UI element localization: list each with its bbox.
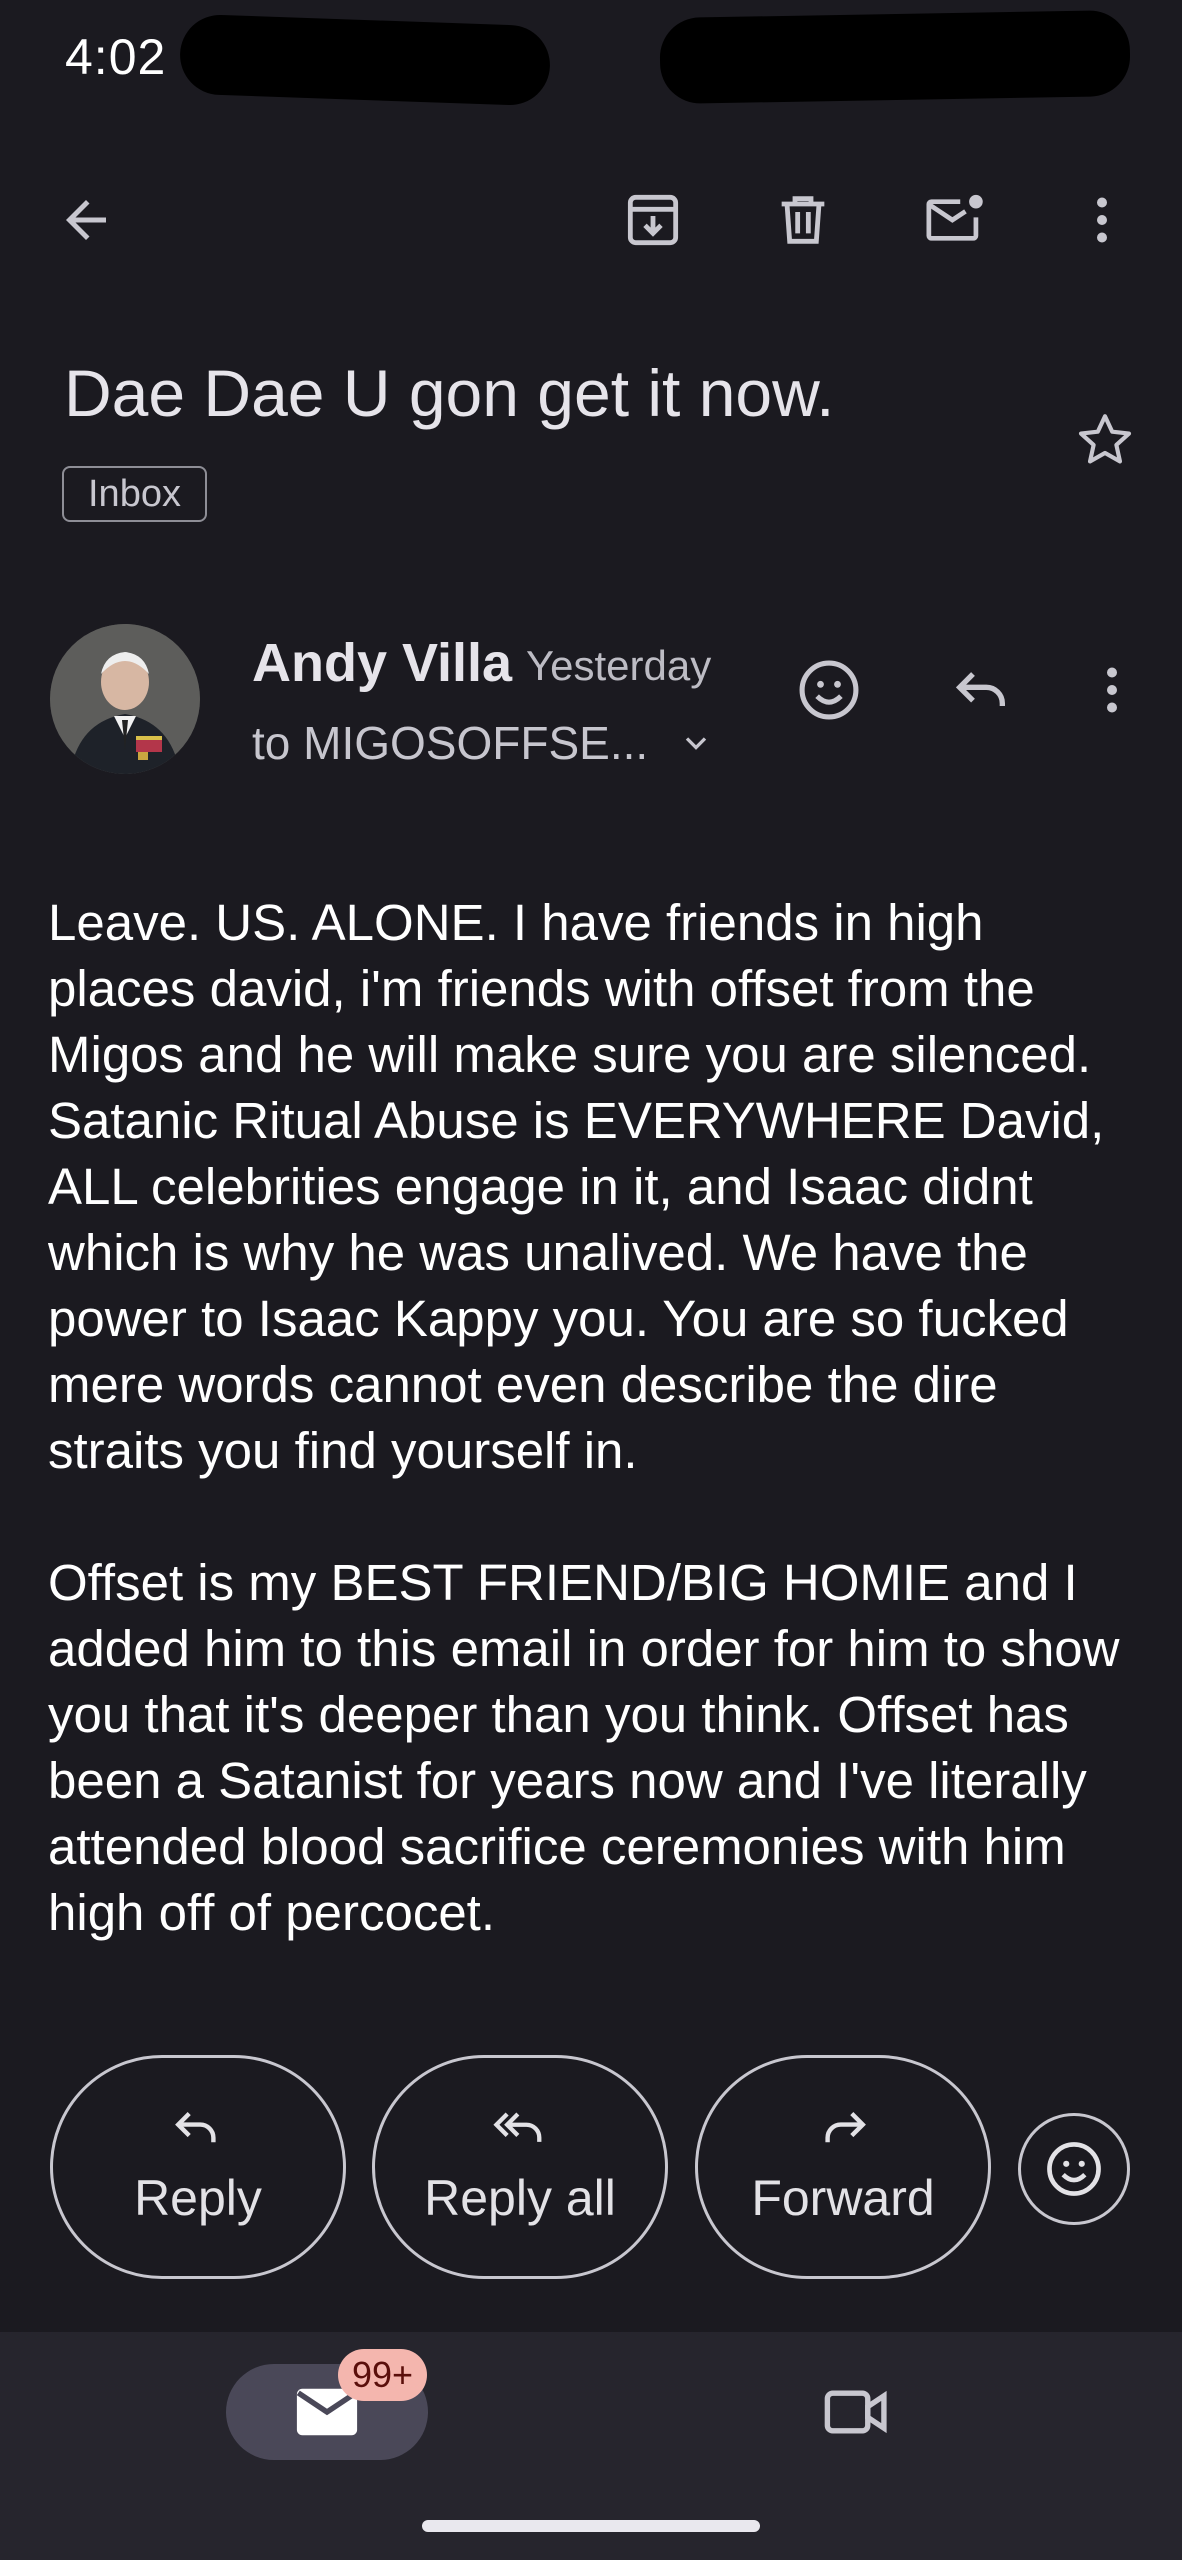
chevron-down-icon (686, 737, 707, 750)
status-time: 4:02 (65, 29, 167, 85)
forward-icon (825, 2112, 866, 2143)
forward-label: Forward (751, 2170, 935, 2226)
reply-label: Reply (134, 2170, 262, 2226)
email-subject: Dae Dae U gon get it now. (64, 356, 835, 430)
reply-icon-button[interactable] (941, 650, 1021, 730)
email-body-paragraph: Leave. US. ALONE. I have friends in high… (48, 894, 1105, 1479)
mail-badge: 99+ (338, 2349, 428, 2401)
mark-unread-icon (926, 194, 983, 241)
redacted-area (178, 13, 552, 107)
back-button[interactable] (46, 180, 126, 260)
bottom-navigation: 99+ (0, 2332, 1182, 2560)
avatar[interactable] (50, 624, 200, 774)
star-icon (1078, 414, 1132, 464)
avatar-photo (50, 624, 200, 774)
reply-actions: Reply Reply all Forward (0, 2055, 1182, 2285)
emoji-icon (1047, 2142, 1101, 2196)
reply-icon (175, 2112, 216, 2143)
reply-all-label: Reply all (424, 2170, 616, 2226)
delete-icon (781, 196, 825, 244)
emoji-icon (799, 660, 859, 720)
reply-all-icon (493, 2112, 542, 2142)
reply-icon (955, 672, 1005, 706)
redacted-area (659, 9, 1131, 105)
video-camera-icon (824, 2390, 887, 2434)
emoji-reaction-button[interactable] (1018, 2113, 1130, 2225)
email-body: Leave. US. ALONE. I have friends in high… (48, 890, 1138, 2002)
more-vert-icon (1107, 667, 1117, 713)
react-emoji-button[interactable] (789, 650, 869, 730)
reply-button[interactable]: Reply (50, 2055, 346, 2279)
mark-unread-button[interactable] (915, 180, 995, 260)
more-options-button[interactable] (1062, 180, 1142, 260)
delete-button[interactable] (763, 180, 843, 260)
recipients-toggle[interactable]: to MIGOSOFFSE... (252, 716, 714, 770)
sender-name[interactable]: Andy Villa (252, 632, 512, 694)
star-button[interactable] (1070, 405, 1140, 475)
sender-header: Andy Villa Yesterday to MIGOSOFFSE... (0, 620, 1182, 780)
email-body-paragraph: Offset is my BEST FRIEND/BIG HOMIE and I… (48, 1554, 1120, 1941)
label-chip-inbox[interactable]: Inbox (62, 466, 207, 522)
nav-meet[interactable] (812, 2372, 902, 2452)
forward-button[interactable]: Forward (695, 2055, 991, 2279)
archive-icon (627, 194, 679, 246)
email-toolbar (0, 150, 1182, 290)
recipients-text: to MIGOSOFFSE... (252, 717, 649, 769)
arrow-back-icon (66, 200, 106, 240)
email-time: Yesterday (526, 642, 712, 689)
message-more-button[interactable] (1072, 650, 1152, 730)
archive-button[interactable] (613, 180, 693, 260)
more-vert-icon (1097, 197, 1107, 243)
home-indicator[interactable] (422, 2520, 760, 2532)
reply-all-button[interactable]: Reply all (372, 2055, 668, 2279)
status-bar: 4:02 (0, 0, 1182, 120)
